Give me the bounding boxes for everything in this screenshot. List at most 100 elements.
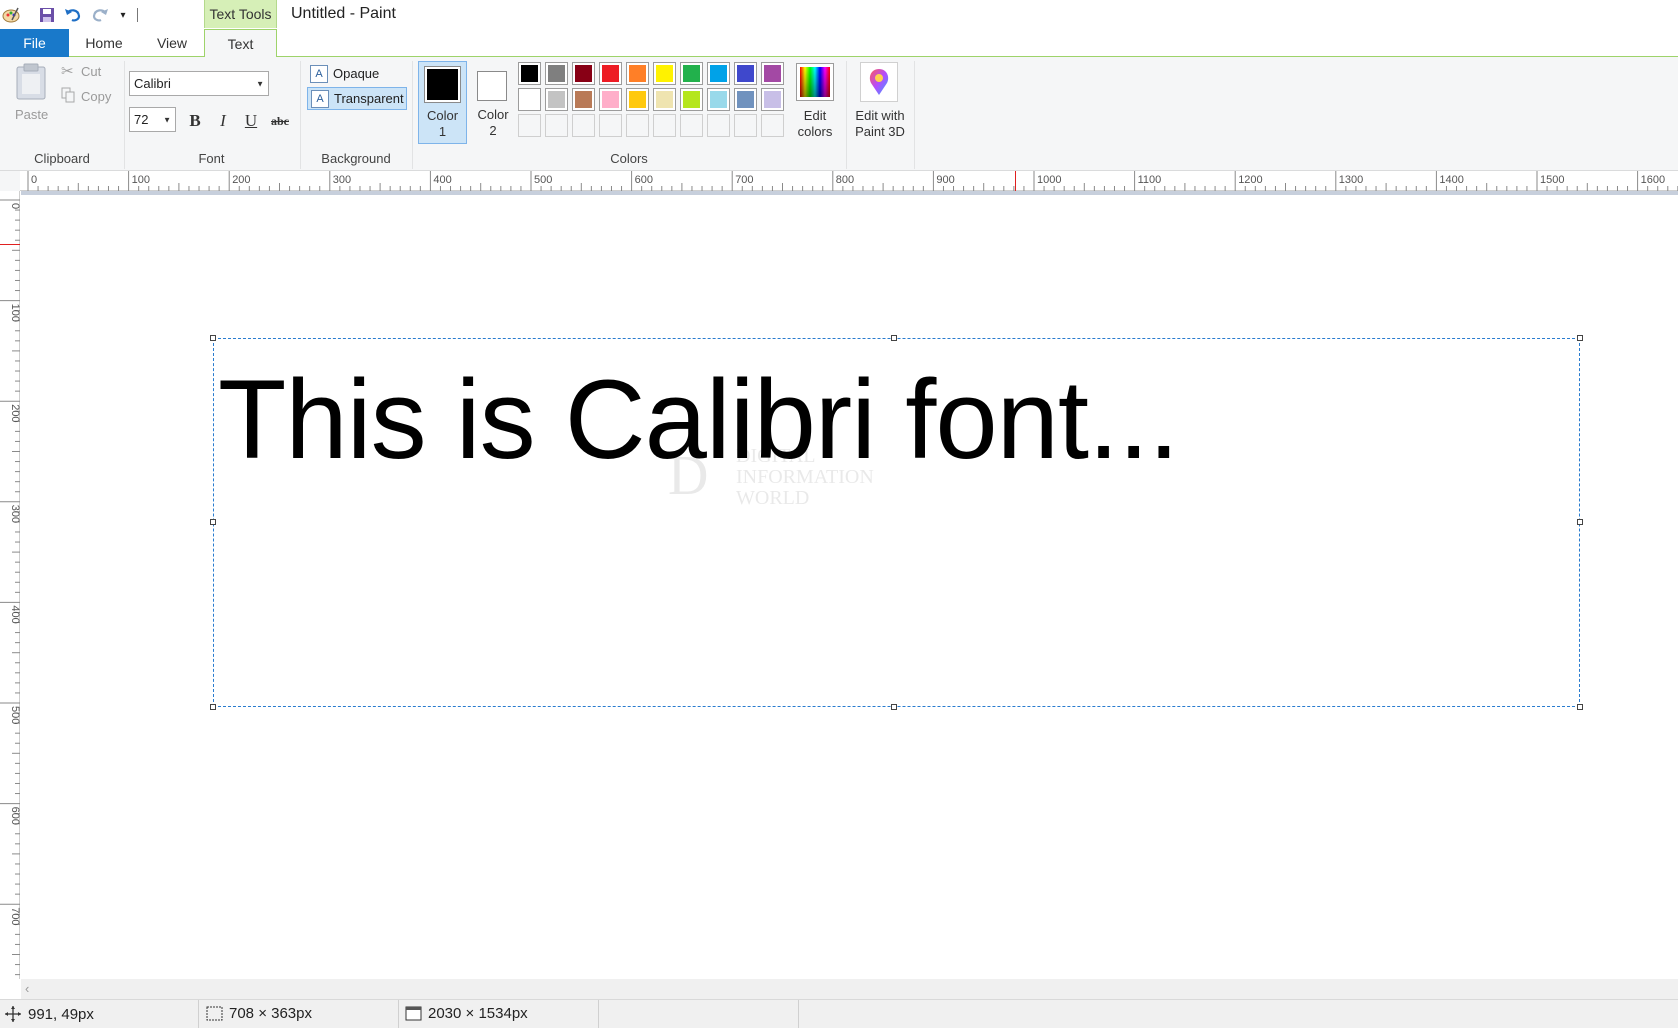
custom-color-slot[interactable] [653, 114, 676, 137]
bold-button[interactable]: B [183, 109, 207, 133]
custom-color-slot[interactable] [572, 114, 595, 137]
ruler-label: 100 [9, 304, 20, 322]
ruler-label: 1000 [1037, 174, 1061, 186]
palette-swatch[interactable] [707, 88, 730, 111]
palette-swatch[interactable] [572, 88, 595, 111]
scroll-left-icon[interactable]: ‹ [25, 981, 29, 996]
ruler-label: 1600 [1641, 174, 1665, 186]
resize-handle-top-right[interactable] [1577, 335, 1583, 341]
image-size: 2030 × 1534px [405, 1005, 528, 1022]
transparent-label: Transparent [334, 91, 404, 106]
palette-swatch[interactable] [572, 62, 595, 85]
custom-color-slot[interactable] [626, 114, 649, 137]
resize-handle-bottom-right[interactable] [1577, 704, 1583, 710]
palette-swatch[interactable] [734, 88, 757, 111]
tab-view[interactable]: View [139, 29, 205, 57]
underline-button[interactable]: U [239, 109, 263, 133]
custom-color-slot[interactable] [599, 114, 622, 137]
ruler-label: 600 [635, 174, 653, 186]
color1-button[interactable]: Color 1 [418, 61, 467, 144]
ribbon-tabs: File Home View Text [0, 29, 1678, 58]
ruler-corner [0, 171, 20, 191]
palette-swatch[interactable] [653, 62, 676, 85]
horizontal-ruler: 0 100 200 300 400 500 600 700 800 900 1000 1100 1200… [20, 171, 1678, 191]
copy-button[interactable]: Copy [81, 89, 111, 104]
strikethrough-button[interactable]: abc [268, 109, 292, 133]
palette-swatch[interactable] [626, 88, 649, 111]
font-size-value: 72 [134, 112, 149, 127]
custom-color-slot[interactable] [545, 114, 568, 137]
cursor-position: 991, 49px [4, 1005, 94, 1023]
palette-swatch[interactable] [761, 62, 784, 85]
paste-icon[interactable] [14, 63, 48, 101]
ruler-label: 1300 [1339, 174, 1363, 186]
resize-handle-top-left[interactable] [210, 335, 216, 341]
colors-group-label: Colors [610, 151, 648, 166]
horizontal-scrollbar[interactable]: ‹ [21, 979, 1678, 999]
selection-icon [206, 1006, 223, 1021]
ruler-label: 100 [132, 174, 150, 186]
paste-button[interactable]: Paste [15, 107, 48, 122]
selection-size: 708 × 363px [206, 1005, 312, 1022]
chevron-down-icon: ▼ [163, 115, 171, 124]
palette-swatch[interactable] [680, 88, 703, 111]
palette-swatch[interactable] [680, 62, 703, 85]
palette-swatch[interactable] [599, 88, 622, 111]
image-size-value: 2030 × 1534px [428, 1005, 528, 1022]
cut-button[interactable]: Cut [81, 64, 101, 79]
ruler-label: 200 [232, 174, 250, 186]
custom-color-slot[interactable] [761, 114, 784, 137]
ruler-label: 500 [534, 174, 552, 186]
ruler-label: 0 [31, 174, 37, 186]
font-family-select[interactable]: Calibri ▼ [129, 71, 269, 96]
ruler-label: 600 [9, 807, 20, 825]
resize-handle-bottom-left[interactable] [210, 704, 216, 710]
palette-swatch[interactable] [518, 62, 541, 85]
palette-swatch[interactable] [518, 88, 541, 111]
palette-swatch[interactable] [734, 62, 757, 85]
custom-color-slot[interactable] [734, 114, 757, 137]
paint-app-icon[interactable] [0, 4, 22, 26]
edit-colors-button[interactable]: Edit colors [790, 108, 840, 140]
window-title: Untitled - Paint [291, 5, 396, 22]
custom-color-slot[interactable] [518, 114, 541, 137]
status-separator [398, 1000, 399, 1028]
palette-swatch[interactable] [599, 62, 622, 85]
edit-with-paint3d-button[interactable]: Edit with Paint 3D [848, 108, 912, 140]
font-group-label: Font [198, 151, 225, 166]
resize-handle-top[interactable] [891, 335, 897, 341]
ribbon: Paste ✂ Cut Copy Clipboard Calibri ▼ 72 … [0, 57, 1678, 171]
text-box[interactable]: This is Calibri font... [210, 335, 1583, 710]
redo-icon[interactable] [89, 4, 111, 26]
font-size-select[interactable]: 72 ▼ [129, 107, 176, 132]
cut-icon: ✂ [61, 63, 74, 80]
status-separator [198, 1000, 199, 1028]
save-icon[interactable] [36, 4, 58, 26]
resize-handle-bottom[interactable] [891, 704, 897, 710]
resize-handle-left[interactable] [210, 519, 216, 525]
resize-handle-right[interactable] [1577, 519, 1583, 525]
text-tools-context-label: Text Tools [204, 0, 277, 28]
tab-file[interactable]: File [0, 29, 69, 57]
custom-color-slot[interactable] [707, 114, 730, 137]
palette-swatch[interactable] [761, 88, 784, 111]
opaque-button[interactable]: A Opaque [307, 62, 407, 85]
tab-text[interactable]: Text [204, 29, 277, 58]
italic-button[interactable]: I [211, 109, 235, 133]
palette-swatch[interactable] [626, 62, 649, 85]
palette-swatch[interactable] [545, 62, 568, 85]
tab-home[interactable]: Home [69, 29, 139, 57]
customize-dropdown-icon[interactable]: ▾ [112, 4, 134, 26]
palette-swatch[interactable] [707, 62, 730, 85]
transparent-button[interactable]: A Transparent [307, 87, 407, 110]
color1-label: Color 1 [426, 108, 459, 139]
clipboard-group-label: Clipboard [34, 151, 90, 166]
palette-swatch[interactable] [653, 88, 676, 111]
custom-color-slot[interactable] [680, 114, 703, 137]
undo-icon[interactable] [62, 4, 84, 26]
color2-button[interactable]: Color 2 [471, 61, 515, 144]
palette-swatch[interactable] [545, 88, 568, 111]
canvas-text[interactable]: This is Calibri font... [218, 355, 1179, 484]
transparent-icon: A [311, 89, 329, 108]
ruler-label: 500 [9, 706, 20, 724]
